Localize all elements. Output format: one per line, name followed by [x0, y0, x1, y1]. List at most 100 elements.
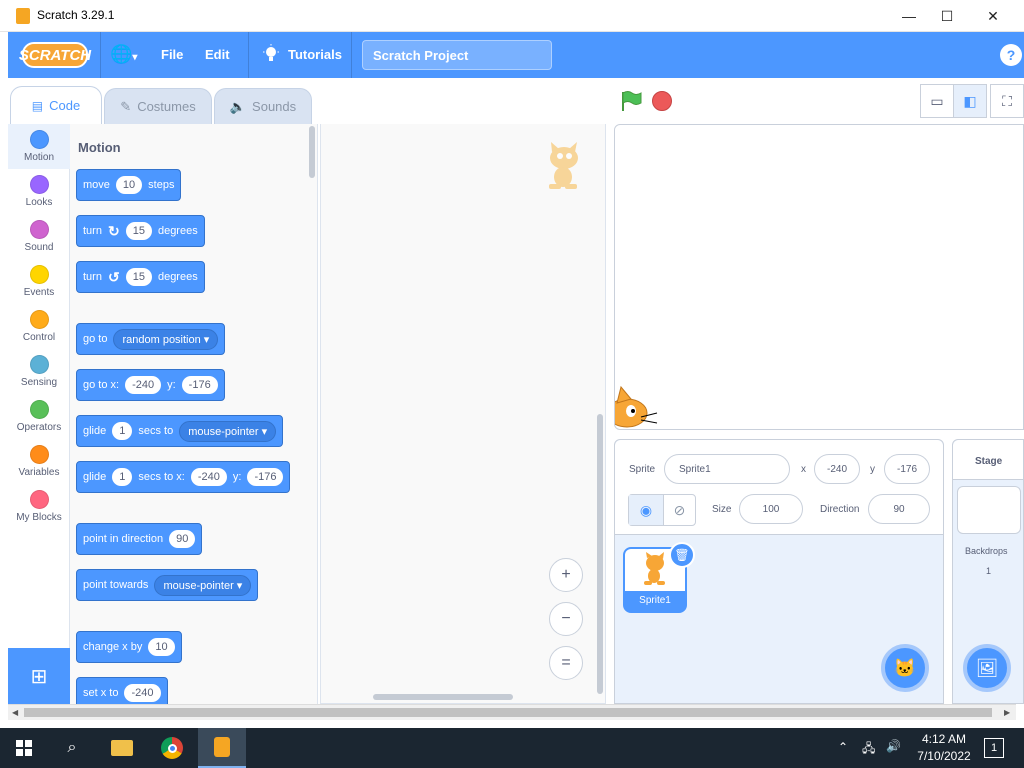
small-stage-button[interactable]: ▭ — [920, 84, 954, 118]
y-input[interactable]: -176 — [884, 454, 930, 484]
category-label: My Blocks — [16, 512, 62, 523]
zoom-in-button[interactable]: + — [549, 558, 583, 592]
window-horizontal-scrollbar[interactable]: ◀ ▶ — [8, 704, 1016, 720]
block-input[interactable]: 15 — [125, 222, 152, 240]
delete-sprite-trash-icon[interactable]: 🗑 — [669, 542, 695, 568]
volume-icon[interactable]: 🔊 — [886, 739, 901, 753]
hide-sprite-eye-icon[interactable]: ⊘ — [663, 495, 695, 525]
block-dropdown[interactable]: random position ▾ — [113, 328, 219, 350]
tutorials-button[interactable]: Tutorials — [262, 44, 342, 64]
script-vertical-scrollbar[interactable] — [597, 414, 603, 694]
block-input[interactable]: 10 — [115, 176, 143, 194]
zoom-reset-button[interactable]: = — [549, 646, 583, 680]
show-sprite-eye-icon[interactable]: ◉ — [629, 495, 663, 525]
zoom-out-button[interactable]: − — [549, 602, 583, 636]
size-input[interactable]: 100 — [739, 494, 803, 524]
category-control[interactable]: Control — [8, 304, 70, 349]
stage-canvas[interactable] — [614, 124, 1024, 430]
menu-divider — [100, 32, 101, 78]
maximize-button[interactable]: ☐ — [924, 0, 970, 32]
close-button[interactable]: ✕ — [970, 0, 1016, 32]
clock-date[interactable]: 7/10/2022 — [908, 749, 980, 763]
block-dropdown[interactable]: mouse-pointer ▾ — [154, 574, 252, 596]
menu-divider — [248, 32, 249, 78]
block-glide-to[interactable]: glide 1 secs to mouse-pointer ▾ — [76, 415, 284, 447]
block-change-x[interactable]: change x by 10 — [76, 631, 182, 663]
block-move-steps[interactable]: move 10 steps — [76, 169, 182, 201]
normal-stage-button[interactable]: ◧ — [953, 84, 987, 118]
category-events[interactable]: Events — [8, 259, 70, 304]
clock-time[interactable]: 4:12 AM — [914, 732, 974, 746]
block-turn-right[interactable]: turn ↻ 15 degrees — [76, 215, 205, 247]
scroll-right-arrow-icon[interactable]: ▶ — [1004, 708, 1010, 717]
block-input[interactable]: -240 — [190, 468, 227, 486]
chrome-button[interactable] — [148, 728, 196, 768]
choose-backdrop-button[interactable]: 🖼 — [963, 644, 1011, 692]
category-label: Motion — [23, 152, 54, 163]
script-horizontal-scrollbar[interactable] — [373, 694, 513, 700]
tab-costumes[interactable]: ✎ Costumes — [104, 88, 212, 124]
x-input[interactable]: -240 — [814, 454, 860, 484]
tab-sounds[interactable]: 🔈 Sounds — [214, 88, 312, 124]
tray-chevron-icon[interactable]: ⌃ — [838, 740, 848, 754]
block-input[interactable]: 90 — [169, 530, 196, 548]
tab-code[interactable]: ▤ Code — [10, 86, 102, 124]
block-turn-left[interactable]: turn ↺ 15 degrees — [76, 261, 205, 293]
block-text: secs to x: — [138, 471, 185, 483]
block-point-towards[interactable]: point towards mouse-pointer ▾ — [76, 569, 259, 601]
block-input[interactable]: 1 — [112, 422, 133, 440]
scratch-taskbar-button[interactable] — [198, 728, 246, 768]
start-button[interactable] — [0, 728, 48, 768]
add-extension-button[interactable]: ⊞ — [8, 648, 70, 704]
category-sensing[interactable]: Sensing — [8, 349, 70, 394]
block-input[interactable]: 10 — [148, 638, 175, 656]
block-input[interactable]: 1 — [112, 468, 133, 486]
palette-scrollbar[interactable] — [309, 126, 315, 178]
block-point-in-direction[interactable]: point in direction 90 — [76, 523, 203, 555]
help-icon[interactable]: ? — [1000, 44, 1022, 66]
file-explorer-button[interactable] — [98, 728, 146, 768]
block-go-to-xy[interactable]: go to x: -240 y: -176 — [76, 369, 225, 401]
search-button[interactable]: ⌕ — [48, 728, 96, 768]
category-label: Operators — [16, 422, 62, 433]
block-dropdown[interactable]: mouse-pointer ▾ — [179, 420, 277, 442]
stage-target-pane[interactable]: Stage Backdrops 1 🖼 — [952, 439, 1024, 704]
script-area[interactable]: + − = — [320, 124, 606, 704]
category-menu: Motion Looks Sound Events Control Sensin… — [8, 124, 70, 704]
sprite-name-input[interactable]: Sprite1 — [664, 454, 790, 484]
notifications-button[interactable]: 1 — [984, 738, 1004, 758]
category-sound[interactable]: Sound — [8, 214, 70, 259]
file-menu[interactable]: File — [161, 47, 183, 62]
category-operators[interactable]: Operators — [8, 394, 70, 439]
scroll-left-arrow-icon[interactable]: ◀ — [12, 708, 18, 717]
block-input[interactable]: -240 — [125, 376, 162, 394]
block-input[interactable]: -176 — [247, 468, 284, 486]
tutorials-label: Tutorials — [288, 46, 342, 62]
scratch-logo[interactable]: SCRATCH — [19, 42, 91, 68]
category-looks[interactable]: Looks — [8, 169, 70, 214]
language-globe-icon[interactable]: 🌐▾ — [110, 44, 137, 65]
category-variables[interactable]: Variables — [8, 439, 70, 484]
network-icon[interactable]: 🖧 — [862, 739, 875, 760]
block-input[interactable]: -240 — [124, 684, 161, 702]
choose-sprite-button[interactable]: 🐱 — [881, 644, 929, 692]
edit-menu[interactable]: Edit — [205, 47, 230, 62]
y-label: y — [870, 464, 875, 475]
direction-input[interactable]: 90 — [868, 494, 930, 524]
block-input[interactable]: 15 — [125, 268, 152, 286]
block-input[interactable]: -176 — [181, 376, 218, 394]
category-my-blocks[interactable]: My Blocks — [8, 484, 70, 529]
scrollbar-thumb[interactable] — [24, 708, 992, 717]
stage-thumbnail[interactable] — [957, 486, 1021, 534]
block-set-x[interactable]: set x to -240 — [76, 677, 168, 704]
stop-button[interactable] — [652, 91, 672, 111]
green-flag-button[interactable] — [620, 90, 642, 112]
project-title-input[interactable]: Scratch Project — [362, 40, 552, 70]
block-glide-to-xy[interactable]: glide 1 secs to x: -240 y: -176 — [76, 461, 291, 493]
sound-dot-icon — [29, 220, 49, 239]
block-go-to[interactable]: go to random position ▾ — [76, 323, 226, 355]
category-motion[interactable]: Motion — [8, 124, 70, 169]
sprite-cat-on-stage[interactable] — [615, 381, 659, 430]
fullscreen-button[interactable]: ⛶ — [990, 84, 1024, 118]
menu-bar: SCRATCH 🌐▾ File Edit Tutorials Scratch P… — [8, 32, 1024, 78]
